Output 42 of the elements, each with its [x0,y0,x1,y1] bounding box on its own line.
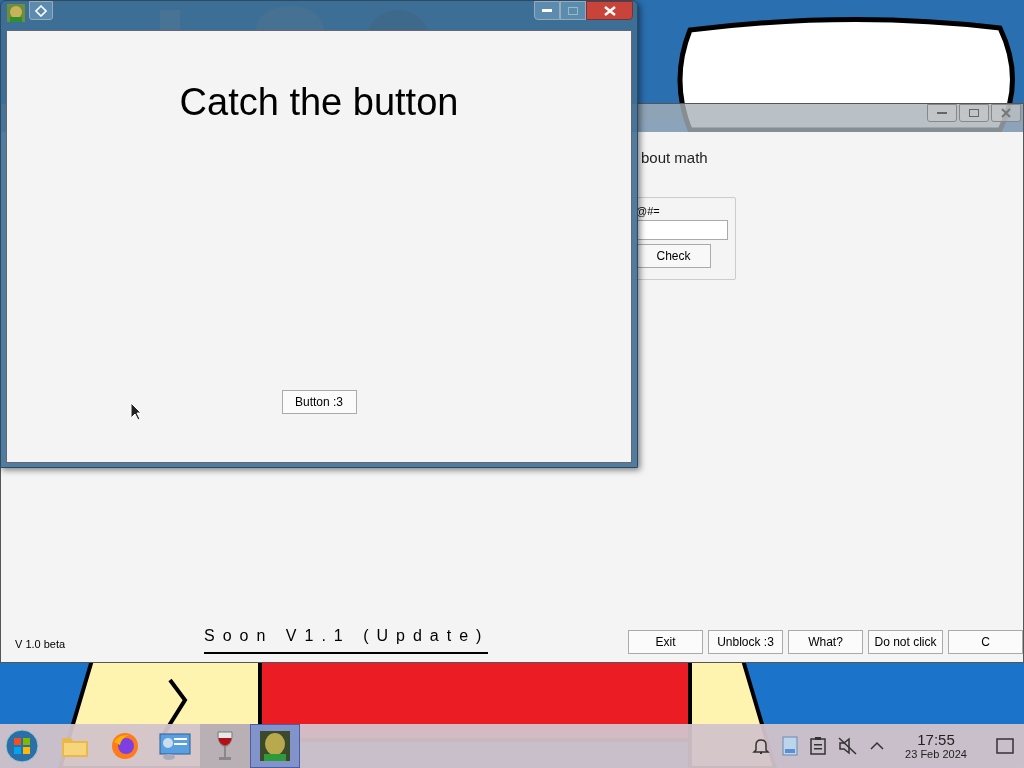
maximize-button[interactable] [959,104,989,122]
minimize-button[interactable] [534,1,560,20]
restore-icon [969,109,979,117]
action-button[interactable]: C [948,630,1023,654]
taskbar-app[interactable] [200,724,250,768]
catch-button[interactable]: Button :3 [281,390,357,414]
character-icon [260,731,290,761]
muted-speaker-icon[interactable] [838,737,858,755]
update-label: Soon V1.1 (Update) [204,624,488,654]
app-icon [7,4,25,22]
clock-date: 23 Feb 2024 [905,749,967,760]
input-field[interactable] [636,220,728,240]
minimize-icon [542,8,552,13]
show-desktop-icon[interactable] [996,738,1014,754]
mouse-cursor-icon [130,402,142,421]
bell-icon[interactable] [752,737,770,755]
close-icon [1001,108,1011,118]
check-button[interactable]: Check [636,244,711,268]
action-button[interactable]: Exit [628,630,703,654]
heading-text: Catch the button [179,80,459,125]
close-icon [603,5,616,16]
start-orb-icon [5,729,39,763]
action-button[interactable]: What? [788,630,863,654]
heading-text: bout math [641,150,709,165]
document-icon[interactable] [782,736,798,756]
action-button[interactable]: Do not click [868,630,943,654]
minimize-icon [937,111,947,115]
computer-icon [159,732,191,760]
version-text: V 1.0 beta [15,636,67,652]
menu-button[interactable] [29,1,53,20]
minimize-button[interactable] [927,104,957,122]
close-button[interactable] [586,1,633,20]
browser-icon [111,732,139,760]
clock-time: 17:55 [917,732,955,747]
taskbar-app[interactable] [250,724,300,768]
wine-glass-icon [216,731,234,761]
diamond-icon [35,4,47,17]
action-button[interactable]: Unblock :3 [708,630,783,654]
clock[interactable]: 17:55 23 Feb 2024 [896,732,976,760]
clipboard-icon[interactable] [810,737,826,755]
maximize-icon [568,6,578,15]
chevron-up-icon[interactable] [870,741,884,751]
